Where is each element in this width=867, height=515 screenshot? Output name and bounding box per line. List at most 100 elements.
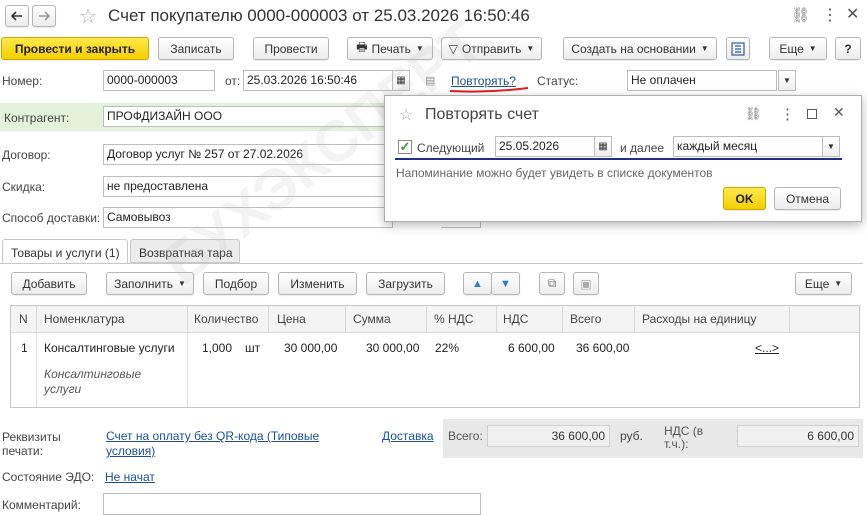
arrow-right-icon: [39, 11, 50, 21]
more-button[interactable]: Еще ▼: [769, 37, 827, 60]
row-item-sub: Консалтинговые услуги: [44, 367, 142, 396]
post-and-close-button[interactable]: Провести и закрыть: [1, 37, 149, 60]
dialog-kebab-icon[interactable]: ⋮: [780, 105, 795, 123]
send-icon: ▽: [448, 41, 458, 56]
col-qty[interactable]: Количество: [194, 309, 258, 331]
dialog-link-icon[interactable]: ⛓: [745, 106, 762, 122]
fill-button[interactable]: Заполнить ▼: [106, 272, 194, 295]
structure-button[interactable]: [726, 37, 750, 60]
status-dropdown-button[interactable]: ▼: [778, 70, 796, 91]
print-label: Печать: [371, 41, 411, 56]
row-unit: шт: [245, 341, 261, 355]
and-then-label: и далее: [620, 141, 665, 155]
next-date-calendar-button[interactable]: ▦: [594, 136, 612, 157]
row-item[interactable]: Консалтинговые услуги: [44, 341, 175, 355]
row-qty[interactable]: 1,000: [202, 341, 232, 355]
table-more-label: Еще: [804, 276, 830, 291]
tab-goods-services[interactable]: Товары и услуги (1): [2, 239, 128, 264]
edo-link[interactable]: Не начат: [105, 470, 155, 484]
select-button[interactable]: Подбор: [203, 272, 269, 295]
status-label: Статус:: [537, 74, 579, 88]
create-based-on-label: Создать на основании: [571, 41, 696, 56]
col-n[interactable]: N: [19, 309, 28, 331]
back-button[interactable]: [5, 5, 29, 27]
forward-button[interactable]: [32, 5, 56, 27]
create-based-on-button[interactable]: Создать на основании ▼: [563, 37, 717, 60]
help-button[interactable]: ?: [835, 37, 861, 60]
discount-label: Скидка:: [2, 180, 46, 194]
status-field[interactable]: Не оплачен: [627, 70, 777, 91]
fill-label: Заполнить: [114, 276, 173, 291]
paste-icon: ▣: [580, 276, 592, 291]
discount-field[interactable]: не предоставлена: [103, 176, 393, 197]
dialog-maximize-icon[interactable]: [807, 109, 817, 119]
contract-label: Договор:: [2, 148, 51, 162]
dialog-star-icon[interactable]: ☆: [399, 105, 413, 125]
dialog-title: Повторять счет: [425, 106, 539, 123]
row-expenses-link[interactable]: <...>: [755, 341, 779, 355]
close-icon[interactable]: ✕: [846, 4, 859, 24]
calendar-button[interactable]: ▦: [392, 70, 410, 91]
document-icon[interactable]: ▤: [425, 74, 435, 87]
move-down-button[interactable]: ▼: [491, 272, 520, 295]
add-row-button[interactable]: Добавить: [11, 272, 87, 295]
save-button[interactable]: Записать: [158, 37, 234, 60]
col-vat[interactable]: НДС: [503, 309, 528, 331]
arrow-left-icon: [11, 11, 22, 21]
period-field[interactable]: каждый месяц: [673, 136, 823, 157]
col-expenses[interactable]: Расходы на единицу: [642, 309, 756, 331]
printer-icon: 🖶: [356, 40, 368, 54]
number-field[interactable]: 0000-000003: [103, 70, 215, 91]
col-sum[interactable]: Сумма: [353, 309, 391, 331]
counterparty-field[interactable]: ПРОФДИЗАЙН ООО: [103, 106, 393, 127]
load-button[interactable]: Загрузить: [366, 272, 445, 295]
currency-label: руб.: [620, 429, 643, 443]
change-button[interactable]: Изменить: [278, 272, 357, 295]
col-total[interactable]: Всего: [570, 309, 601, 331]
calendar-icon: ▦: [396, 75, 406, 86]
cancel-button[interactable]: Отмена: [774, 187, 841, 210]
checkmark-icon: ✓: [399, 139, 411, 154]
dialog-close-icon[interactable]: ✕: [833, 104, 845, 121]
date-field[interactable]: 25.03.2026 16:50:46: [243, 70, 393, 91]
send-label: Отправить: [461, 41, 522, 56]
col-price[interactable]: Цена: [277, 309, 306, 331]
paste-button[interactable]: ▣: [573, 272, 599, 295]
send-button[interactable]: ▽ Отправить ▼: [441, 37, 542, 60]
next-date-field[interactable]: 25.05.2026: [495, 136, 595, 157]
favorite-star-icon[interactable]: ☆: [79, 4, 97, 29]
comment-label: Комментарий:: [2, 498, 81, 512]
total-value: 36 600,00: [487, 425, 610, 447]
row-price[interactable]: 30 000,00: [284, 341, 337, 355]
chevron-down-icon: ▼: [526, 44, 535, 53]
link-icon[interactable]: ⛓: [791, 6, 810, 24]
next-checkbox[interactable]: ✓: [398, 140, 412, 154]
row-vat-rate[interactable]: 22%: [435, 341, 459, 355]
copy-button[interactable]: ⧉: [539, 272, 565, 295]
tab-returnable-containers[interactable]: Возвратная тара: [130, 239, 240, 263]
print-button[interactable]: 🖶 Печать ▼: [347, 37, 433, 60]
post-button[interactable]: Провести: [253, 37, 329, 60]
date-label: от:: [225, 74, 241, 88]
period-dropdown-button[interactable]: ▼: [822, 136, 840, 157]
comment-field[interactable]: [103, 493, 481, 515]
row-sum[interactable]: 30 000,00: [366, 341, 419, 355]
move-up-button[interactable]: ▲: [463, 272, 492, 295]
chevron-down-icon: ▼: [834, 279, 843, 288]
kebab-menu-icon[interactable]: ⋮: [822, 5, 838, 25]
row-vat: 6 600,00: [508, 341, 555, 355]
total-label: Всего:: [448, 429, 483, 443]
chevron-down-icon: ▼: [415, 44, 424, 53]
col-vat-rate[interactable]: % НДС: [434, 309, 473, 331]
delivery-link[interactable]: Доставка: [382, 429, 434, 443]
print-details-link[interactable]: Счет на оплату без QR-кода (Типовые усло…: [106, 429, 346, 459]
contract-field[interactable]: Договор услуг № 257 от 27.02.2026: [103, 144, 393, 165]
ok-button[interactable]: OK: [723, 187, 766, 210]
row-n: 1: [21, 341, 28, 355]
chevron-down-icon: ▼: [808, 44, 817, 53]
col-item[interactable]: Номенклатура: [44, 309, 125, 331]
arrow-down-icon: ▼: [500, 277, 511, 290]
edo-label: Состояние ЭДО:: [2, 470, 95, 484]
table-more-button[interactable]: Еще ▼: [795, 272, 852, 295]
delivery-field[interactable]: Самовывоз: [103, 207, 393, 228]
